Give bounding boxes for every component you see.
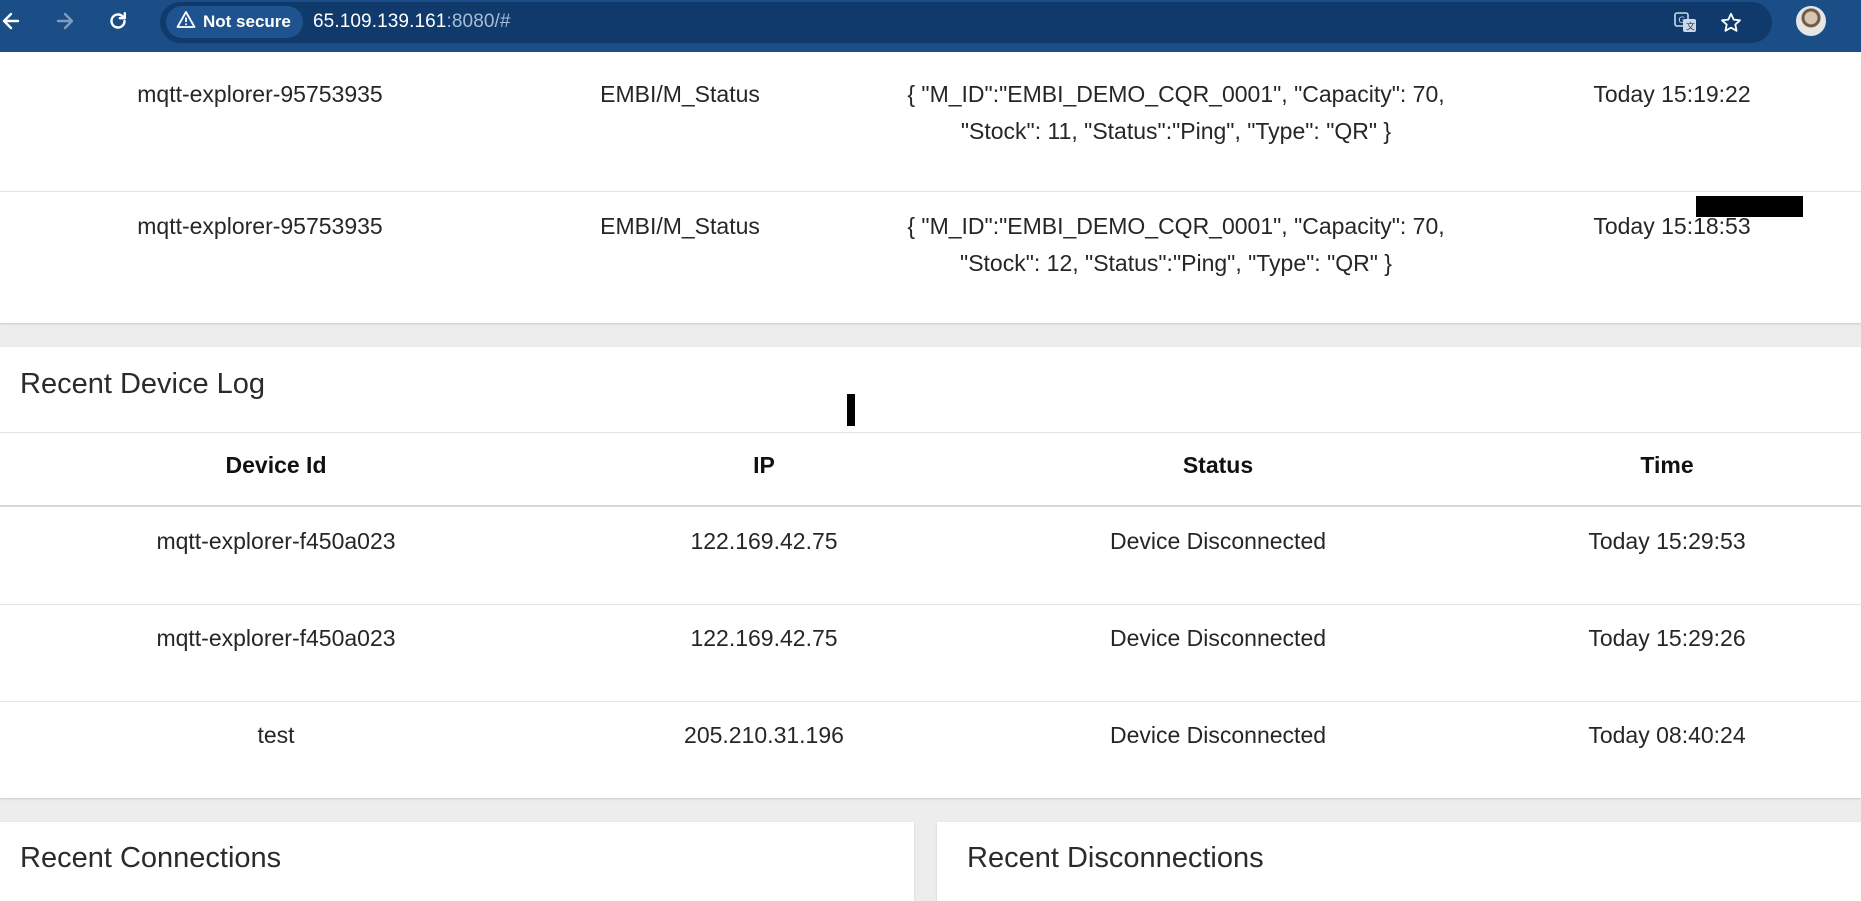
panel-title: Recent Disconnections bbox=[967, 842, 1264, 874]
status-cell: Device Disconnected bbox=[1109, 625, 1327, 651]
forward-arrow-icon[interactable] bbox=[48, 4, 82, 38]
security-indicator[interactable]: Not secure bbox=[166, 6, 303, 38]
warning-triangle-icon bbox=[176, 10, 196, 34]
recent-connections-panel: Recent Connections bbox=[0, 822, 914, 901]
device-id-cell: mqtt-explorer-f450a023 bbox=[156, 625, 396, 651]
topic-cell: EMBI/M_Status bbox=[600, 81, 760, 107]
table-row: mqtt-explorer-95753935 EMBI/M_Status { "… bbox=[0, 52, 1861, 191]
back-arrow-icon[interactable] bbox=[0, 4, 28, 38]
url-host: 65.109.139.161 bbox=[313, 11, 447, 32]
time-cell: Today 08:40:24 bbox=[1588, 722, 1746, 748]
recent-disconnections-panel: Recent Disconnections bbox=[937, 822, 1861, 901]
column-header-time[interactable]: Time bbox=[1467, 452, 1861, 479]
payload-line-1: { "M_ID":"EMBI_DEMO_CQR_0001", "Capacity… bbox=[907, 213, 1445, 239]
topic-cell: EMBI/M_Status bbox=[600, 213, 760, 239]
address-bar[interactable]: Not secure 65.109.139.161:8080/# G文 bbox=[160, 2, 1772, 43]
profile-avatar[interactable] bbox=[1796, 6, 1826, 36]
status-cell: Device Disconnected bbox=[1109, 722, 1327, 748]
panel-title: Recent Connections bbox=[20, 842, 282, 874]
ip-cell: 122.169.42.75 bbox=[690, 625, 838, 651]
ip-cell: 122.169.42.75 bbox=[690, 528, 838, 554]
time-cell: Today 15:19:22 bbox=[1593, 81, 1751, 107]
payload-line-1: { "M_ID":"EMBI_DEMO_CQR_0001", "Capacity… bbox=[907, 81, 1445, 107]
title-divider bbox=[0, 432, 1861, 433]
redaction-box bbox=[1696, 196, 1803, 217]
translate-icon[interactable]: G文 bbox=[1670, 7, 1702, 39]
payload-line-2: "Stock": 12, "Status":"Ping", "Type": "Q… bbox=[960, 250, 1392, 276]
payload-line-2: "Stock": 11, "Status":"Ping", "Type": "Q… bbox=[960, 118, 1392, 144]
messages-panel: mqtt-explorer-95753935 EMBI/M_Status { "… bbox=[0, 52, 1861, 323]
reload-icon[interactable] bbox=[101, 4, 135, 38]
client-id-cell: mqtt-explorer-95753935 bbox=[137, 81, 383, 107]
text-cursor bbox=[847, 394, 855, 426]
ip-cell: 205.210.31.196 bbox=[684, 722, 844, 748]
table-row: mqtt-explorer-f450a023 122.169.42.75 Dev… bbox=[0, 507, 1861, 588]
time-cell: Today 15:29:53 bbox=[1588, 528, 1746, 554]
table-row: test 205.210.31.196 Device Disconnected … bbox=[0, 702, 1861, 798]
client-id-cell: mqtt-explorer-95753935 bbox=[137, 213, 383, 239]
device-id-cell: test bbox=[257, 722, 295, 748]
star-icon[interactable] bbox=[1715, 7, 1747, 39]
svg-text:G: G bbox=[1678, 16, 1685, 26]
table-row: mqtt-explorer-95753935 EMBI/M_Status { "… bbox=[0, 192, 1861, 323]
table-row: mqtt-explorer-f450a023 122.169.42.75 Dev… bbox=[0, 605, 1861, 701]
url-path: :8080/# bbox=[446, 11, 511, 32]
svg-text:文: 文 bbox=[1686, 21, 1695, 33]
security-label: Not secure bbox=[203, 12, 291, 31]
column-header-ip[interactable]: IP bbox=[564, 452, 964, 479]
status-cell: Device Disconnected bbox=[1109, 528, 1327, 554]
device-log-panel: Recent Device Log Device Id IP Status Ti… bbox=[0, 347, 1861, 798]
device-id-cell: mqtt-explorer-f450a023 bbox=[156, 528, 396, 554]
url-text[interactable]: 65.109.139.161:8080/# bbox=[313, 11, 511, 33]
panel-title: Recent Device Log bbox=[20, 368, 266, 400]
column-header-status[interactable]: Status bbox=[1018, 452, 1418, 479]
browser-toolbar: Not secure 65.109.139.161:8080/# G文 bbox=[0, 0, 1861, 52]
column-header-device-id[interactable]: Device Id bbox=[76, 452, 476, 479]
time-cell: Today 15:29:26 bbox=[1588, 625, 1746, 651]
